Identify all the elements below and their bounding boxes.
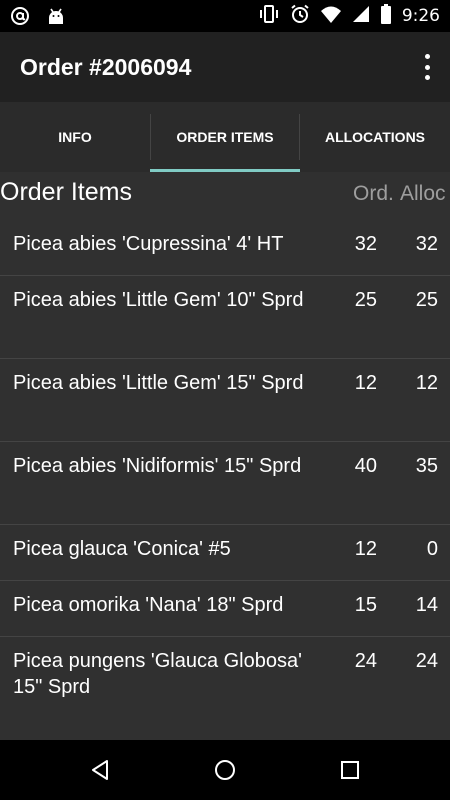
item-name: Picea abies 'Little Gem' 10" Sprd [13, 289, 304, 311]
back-icon[interactable] [84, 754, 116, 786]
overflow-dot [424, 64, 430, 70]
tab-order-items[interactable]: ORDER ITEMS [150, 102, 300, 172]
list-item[interactable]: Picea abies 'Little Gem' 15" Sprd 12 12 [0, 359, 450, 442]
tab-info-label: INFO [58, 129, 92, 145]
overflow-dot [424, 54, 430, 59]
cell-signal-icon [352, 5, 370, 28]
item-ord: 12 [354, 538, 377, 560]
app-bar: Order #2006094 [0, 32, 450, 102]
column-header-alloc: Alloc [400, 182, 446, 205]
item-alloc: 0 [426, 538, 438, 560]
item-name: Picea glauca 'Conica' #5 [13, 538, 231, 560]
status-right: 9:26 [258, 3, 440, 29]
status-left [10, 6, 66, 31]
item-alloc: 24 [415, 650, 438, 672]
item-name: Picea abies 'Nidiformis' 15" Sprd [13, 455, 302, 477]
order-items-panel[interactable]: Order Items Ord. Alloc Picea abies 'Cupr… [0, 172, 450, 740]
column-header-ord: Ord. [353, 182, 394, 205]
item-alloc: 35 [415, 455, 438, 477]
item-ord: 24 [354, 650, 377, 672]
android-icon [46, 6, 66, 31]
list-item[interactable]: Picea omorika 'Nana' 18" Sprd 15 14 [0, 581, 450, 637]
status-bar: 9:26 [0, 0, 450, 32]
tab-bar: INFO ORDER ITEMS ALLOCATIONS [0, 102, 450, 172]
more-vert-icon[interactable] [422, 54, 432, 80]
list-item[interactable]: Picea glauca 'Conica' #5 12 0 [0, 525, 450, 581]
list-item[interactable]: Picea abies 'Nidiformis' 15" Sprd 40 35 [0, 442, 450, 525]
tab-allocations-label: ALLOCATIONS [324, 129, 426, 145]
item-ord: 15 [354, 594, 377, 616]
item-ord: 40 [354, 455, 377, 477]
list-item[interactable]: Picea pungens 'Glauca Globosa' 15" Sprd … [0, 637, 450, 720]
item-ord: 12 [354, 372, 377, 394]
navigation-bar [0, 740, 450, 800]
page-title: Order #2006094 [20, 54, 192, 80]
section-header: Order Items Ord. Alloc [0, 172, 450, 220]
home-icon[interactable] [209, 754, 241, 786]
item-ord: 25 [354, 289, 377, 311]
tab-info[interactable]: INFO [0, 102, 150, 172]
item-name: Picea pungens 'Glauca Globosa' 15" Sprd [13, 650, 302, 698]
item-ord: 32 [354, 233, 377, 255]
section-title: Order Items [0, 178, 132, 206]
list-item[interactable]: Picea abies 'Cupressina' 4' HT 32 32 [0, 220, 450, 276]
list-item[interactable]: Picea abies 'Little Gem' 10" Sprd 25 25 [0, 276, 450, 359]
tab-allocations[interactable]: ALLOCATIONS [300, 102, 450, 172]
item-alloc: 12 [415, 372, 438, 394]
tab-order-items-label: ORDER ITEMS [176, 129, 274, 145]
status-time: 9:26 [401, 6, 440, 26]
item-name: Picea omorika 'Nana' 18" Sprd [13, 594, 284, 616]
item-alloc: 25 [415, 289, 438, 311]
wifi-icon [320, 5, 342, 28]
item-alloc: 32 [415, 233, 438, 255]
recents-icon[interactable] [334, 754, 366, 786]
item-name: Picea abies 'Little Gem' 15" Sprd [13, 372, 304, 394]
battery-icon [380, 3, 392, 29]
overflow-dot [424, 75, 430, 80]
alarm-icon [290, 4, 310, 29]
item-name: Picea abies 'Cupressina' 4' HT [13, 233, 284, 255]
vibrate-icon [258, 4, 280, 29]
item-alloc: 14 [415, 594, 438, 616]
at-sign-icon [10, 6, 30, 31]
